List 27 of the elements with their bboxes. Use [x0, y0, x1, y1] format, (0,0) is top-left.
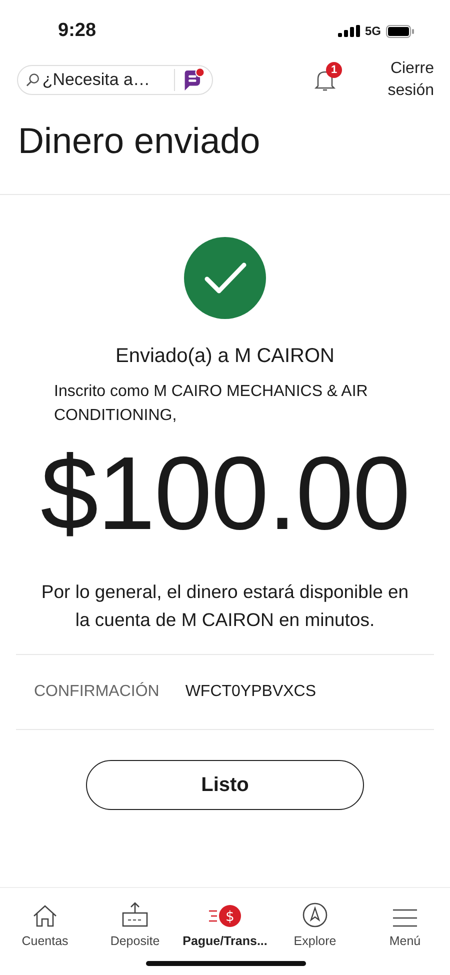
nav-tab[interactable]: $ Pague/Trans...	[180, 888, 270, 948]
search-icon	[26, 73, 40, 87]
confirmation-label: CONFIRMACIÓN	[34, 683, 160, 701]
menu-icon	[392, 908, 418, 928]
success-check-icon	[184, 237, 266, 319]
nav-tab[interactable]: Explore	[270, 888, 360, 948]
network-label: 5G	[364, 24, 381, 38]
nav-tab[interactable]: Cuentas	[0, 888, 90, 948]
notification-badge: 1	[326, 62, 342, 78]
house-icon	[32, 904, 58, 928]
deposit-icon	[122, 902, 148, 928]
page-title: Dinero enviado	[18, 119, 262, 163]
battery-icon	[386, 24, 414, 38]
logout-link[interactable]: Cierre sesión	[384, 58, 434, 102]
signal-icon	[338, 25, 360, 37]
status-time: 9:28	[58, 20, 96, 42]
search-input[interactable]: ¿Necesita a…	[42, 70, 168, 90]
confirmation-number: WFCT0YPBVXCS	[185, 683, 316, 701]
availability-note: Por lo general, el dinero estará disponible en la cuenta de M CAIRON en minutos.	[40, 580, 410, 632]
compass-icon	[302, 902, 328, 928]
amount: $100.00	[40, 435, 410, 554]
search-field[interactable]: ¿Necesita a…	[17, 65, 213, 95]
recipient-heading: Enviado(a) a M CAIRON	[116, 345, 334, 368]
nav-tab[interactable]: Deposite	[90, 888, 180, 948]
done-button[interactable]: Listo	[86, 760, 364, 810]
registered-name: Inscrito como M CAIRO MECHANICS & AIR CONDITIONING,	[54, 382, 369, 426]
nav-tab[interactable]: Menú	[360, 888, 450, 948]
